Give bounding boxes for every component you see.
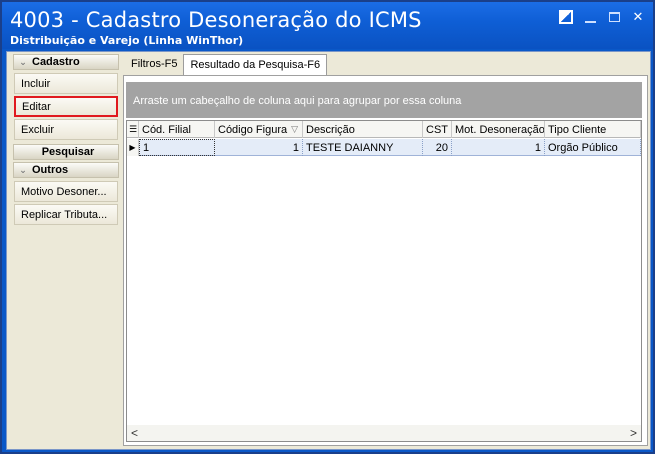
tab-strip: Filtros-F5 Resultado da Pesquisa-F6 (125, 54, 328, 76)
excluir-button[interactable]: Excluir (14, 119, 118, 140)
results-grid: ☰ Cód. Filial Código Figura ▽ Descrição C… (126, 120, 642, 442)
group-cadastro-header[interactable]: ⌄ Cadastro (13, 54, 119, 70)
column-header-cst[interactable]: CST (423, 121, 452, 138)
column-label: Descrição (306, 123, 355, 136)
column-label: CST (426, 123, 448, 136)
column-label: Mot. Desoneração (455, 123, 545, 136)
collapse-chevron-icon: ⌄ (19, 164, 27, 175)
column-label: Tipo Cliente (548, 123, 607, 136)
close-icon[interactable]: ✕ (631, 9, 645, 24)
column-header-figura[interactable]: Código Figura ▽ (215, 121, 303, 138)
horizontal-scrollbar[interactable]: < > (127, 425, 641, 441)
collapse-chevron-icon: ⌄ (19, 56, 27, 67)
row-indicator-icon: ▶ (127, 139, 139, 156)
title-bar[interactable]: 4003 - Cadastro Desoneração do ICMS Dist… (2, 2, 653, 49)
group-by-area[interactable]: Arraste um cabeçalho de coluna aqui para… (126, 82, 642, 118)
maximize-icon[interactable] (607, 10, 621, 24)
column-header-descricao[interactable]: Descrição (303, 121, 423, 138)
cell-figura[interactable]: 1 (215, 139, 303, 156)
minimize-icon[interactable] (583, 10, 597, 24)
motivo-desoneracao-button[interactable]: Motivo Desoner... (14, 181, 118, 202)
theme-icon[interactable] (559, 10, 573, 24)
side-panel: ⌄ Cadastro Incluir Editar Excluir Pesqui… (13, 54, 119, 436)
group-cadastro-body: Incluir Editar Excluir (13, 70, 119, 144)
client-area: ⌄ Cadastro Incluir Editar Excluir Pesqui… (6, 51, 651, 450)
column-chooser-icon[interactable]: ☰ (127, 121, 139, 138)
column-label: Cód. Filial (142, 123, 191, 136)
editar-button[interactable]: Editar (14, 96, 118, 117)
column-header-filial[interactable]: Cód. Filial (139, 121, 215, 138)
window-title: 4003 - Cadastro Desoneração do ICMS (10, 8, 422, 32)
table-row[interactable]: ▶ 1 1 TESTE DAIANNY 20 1 Orgão Público (127, 139, 641, 156)
group-label: Cadastro (32, 56, 80, 68)
cell-mot-desoneracao[interactable]: 1 (452, 139, 545, 156)
tab-resultado-pesquisa[interactable]: Resultado da Pesquisa-F6 (183, 54, 328, 76)
results-panel: Arraste um cabeçalho de coluna aqui para… (123, 75, 648, 446)
group-outros-body: Motivo Desoner... Replicar Tributa... (13, 178, 119, 229)
cell-cst[interactable]: 20 (423, 139, 452, 156)
scroll-left-icon[interactable]: < (131, 426, 138, 440)
group-outros-header[interactable]: ⌄ Outros (13, 162, 119, 178)
column-header-mot-desoneracao[interactable]: Mot. Desoneração (452, 121, 545, 138)
scroll-right-icon[interactable]: > (630, 426, 637, 440)
group-label: Pesquisar (41, 146, 95, 158)
replicar-tributacao-button[interactable]: Replicar Tributa... (14, 204, 118, 225)
cell-tipo-cliente[interactable]: Orgão Público (545, 139, 641, 156)
app-window: 4003 - Cadastro Desoneração do ICMS Dist… (0, 0, 655, 454)
column-label: Código Figura (218, 123, 288, 136)
cell-descricao[interactable]: TESTE DAIANNY (303, 139, 423, 156)
tab-filtros[interactable]: Filtros-F5 (125, 54, 183, 74)
incluir-button[interactable]: Incluir (14, 73, 118, 94)
window-controls: ✕ (559, 9, 645, 24)
column-header-tipo-cliente[interactable]: Tipo Cliente (545, 121, 641, 138)
sort-indicator-icon: ▽ (291, 124, 298, 134)
group-label: Outros (32, 164, 69, 176)
grid-header: ☰ Cód. Filial Código Figura ▽ Descrição C… (127, 121, 641, 138)
window-subtitle: Distribuição e Varejo (Linha WinThor) (10, 34, 244, 47)
cell-filial[interactable]: 1 (139, 139, 215, 156)
group-pesquisar-header[interactable]: Pesquisar (13, 144, 119, 160)
